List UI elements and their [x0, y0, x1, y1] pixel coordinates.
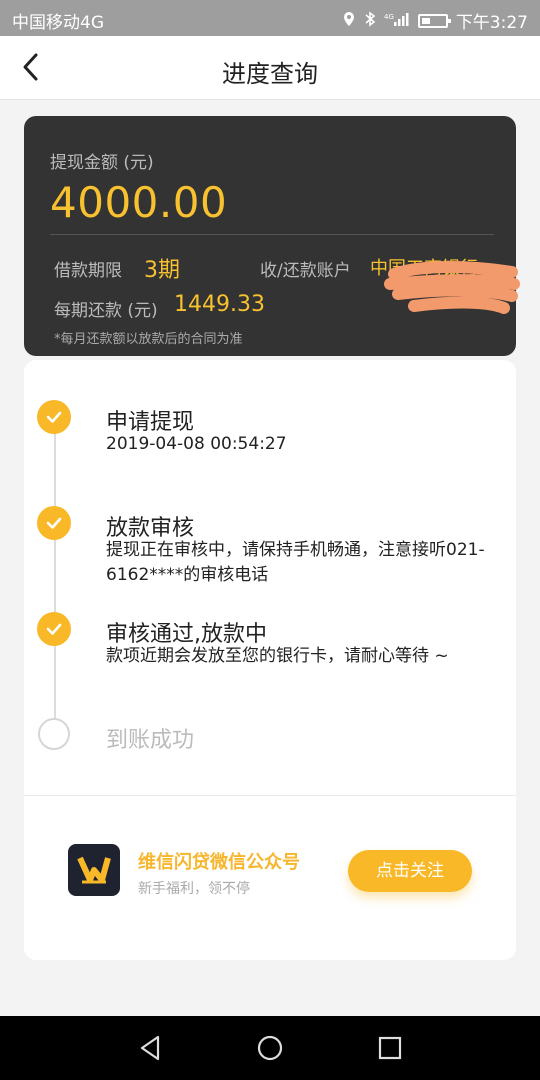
amount-value: 4000.00: [50, 178, 228, 227]
nav-home-icon[interactable]: [252, 1030, 288, 1066]
battery-icon: [417, 13, 451, 28]
signal-icon: 4G: [384, 11, 410, 31]
check-icon: [37, 400, 71, 434]
redaction-scribble: [384, 261, 520, 314]
step-title: 到账成功: [106, 728, 195, 753]
monthly-value: 1449.33: [174, 292, 265, 317]
account-label: 收/还款账户: [260, 261, 351, 281]
wechat-account-subtitle: 新手福利，领不停: [138, 881, 250, 897]
amount-label: 提现金额 (元): [50, 153, 154, 173]
repayment-note: *每月还款额以放款后的合同为准: [54, 332, 243, 347]
follow-button[interactable]: 点击关注: [348, 850, 472, 892]
nav-recents-icon[interactable]: [372, 1030, 408, 1066]
carrier-label: 中国移动4G: [12, 13, 104, 33]
step-desc: 款项近期会发放至您的银行卡，请耐心等待 ~: [106, 646, 449, 666]
status-bar: 中国移动4G 4G 下午3:27: [0, 0, 540, 36]
withdraw-summary-card: 提现金额 (元) 4000.00 借款期限 3期 收/还款账户 中国工商银行 每…: [24, 116, 520, 356]
bluetooth-icon: [364, 10, 376, 31]
progress-panel: 申请提现 2019-04-08 00:54:27 放款审核 提现正在审核中，请保…: [24, 360, 516, 960]
wechat-account-logo-icon: [68, 844, 120, 896]
wechat-account-title: 维信闪贷微信公众号: [138, 852, 300, 873]
step-desc: 提现正在审核中，请保持手机畅通，注意接听021-6162****的审核电话: [106, 540, 485, 585]
step-desc: 2019-04-08 00:54:27: [106, 434, 287, 454]
pending-circle-icon: [38, 718, 70, 750]
page-title: 进度查询: [222, 60, 318, 88]
timeline-line: [54, 418, 56, 734]
check-icon: [37, 612, 71, 646]
svg-text:4G: 4G: [384, 13, 394, 21]
header: 进度查询: [0, 36, 540, 100]
location-icon: [342, 11, 356, 31]
nav-back-icon[interactable]: [132, 1030, 168, 1066]
check-icon: [37, 506, 71, 540]
monthly-label: 每期还款 (元): [54, 301, 158, 321]
term-label: 借款期限: [54, 261, 122, 281]
status-icons: 4G 下午3:27: [342, 8, 528, 33]
system-nav-bar: [0, 1016, 540, 1080]
clock-label: 下午3:27: [455, 13, 528, 33]
panel-divider: [24, 795, 516, 796]
card-divider: [50, 234, 494, 235]
term-value: 3期: [144, 258, 180, 283]
